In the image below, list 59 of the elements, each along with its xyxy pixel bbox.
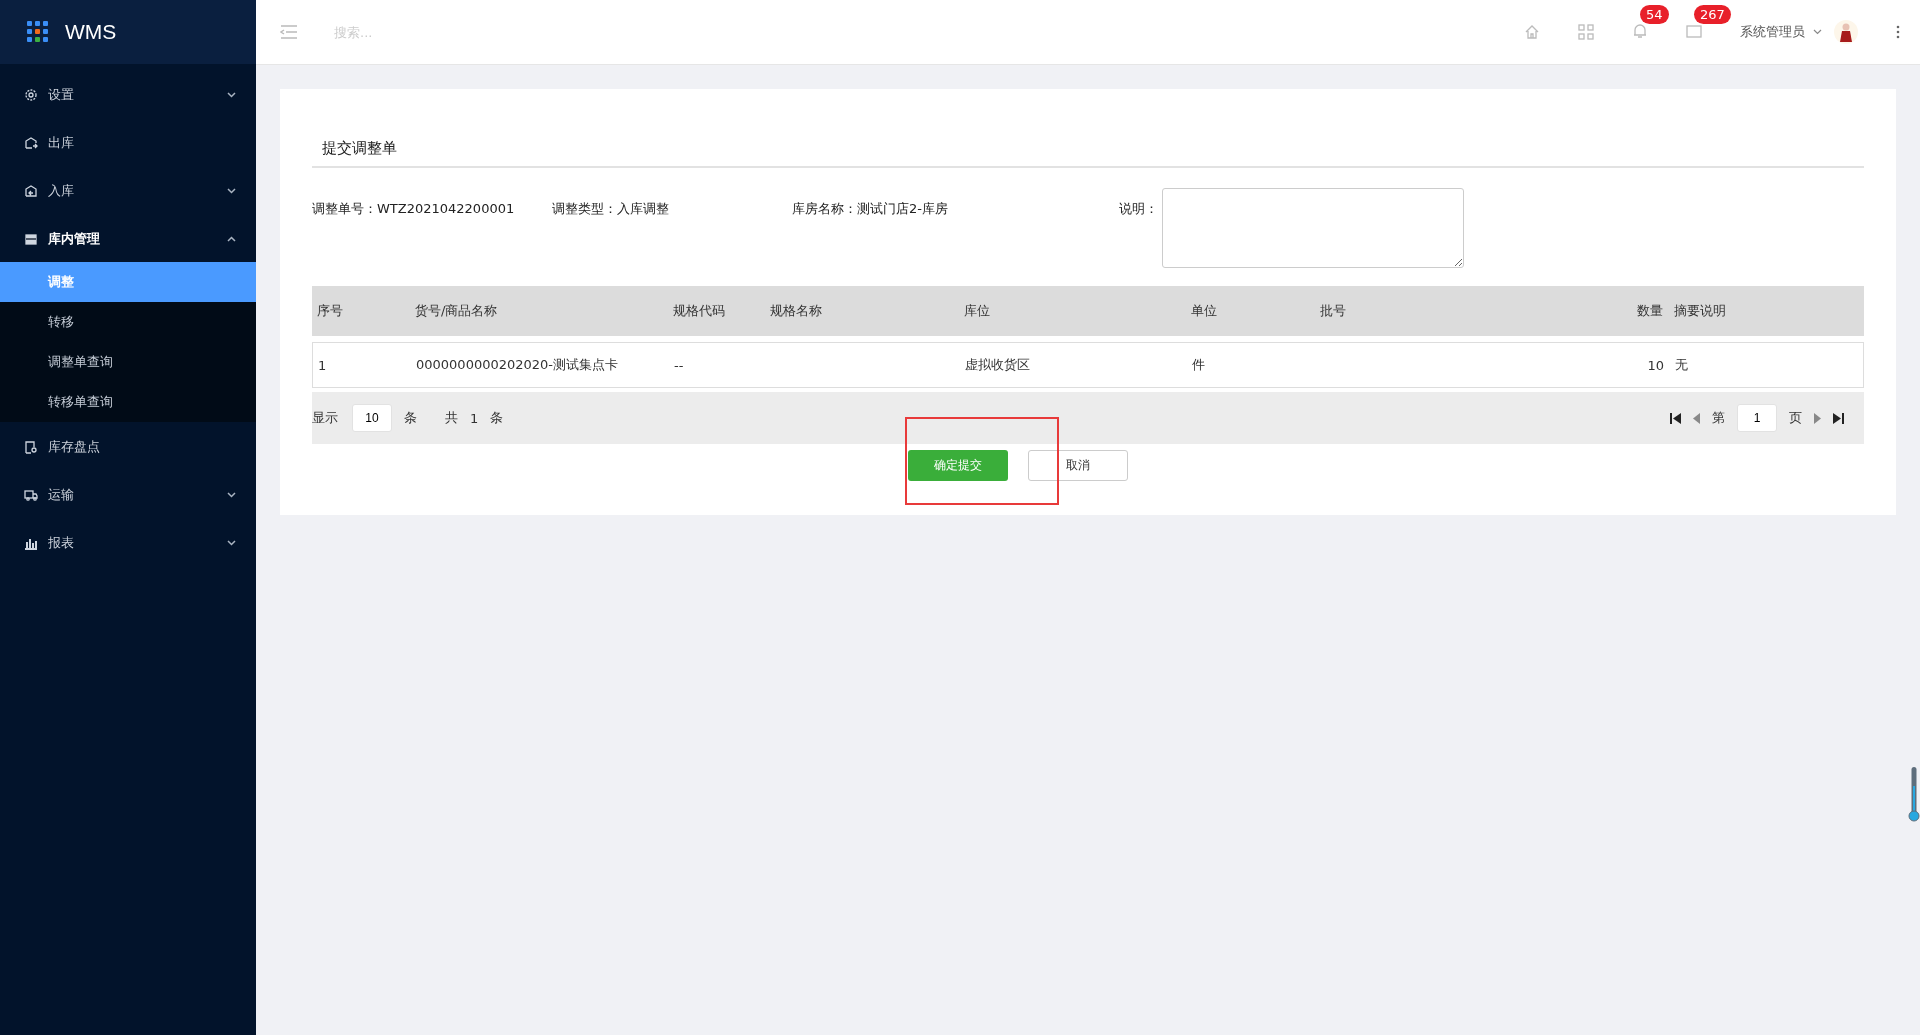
thermometer-icon <box>1908 766 1920 822</box>
pager-text: 第 <box>1712 409 1725 427</box>
note-label: 说明： <box>1118 200 1158 218</box>
column-header: 规格名称 <box>769 302 823 320</box>
pager-text: 显示 <box>312 409 338 427</box>
submenu-item[interactable]: 转移单查询 <box>0 382 256 422</box>
table-cell: 虚拟收货区 <box>965 357 1030 372</box>
column-header: 数量 <box>1636 302 1664 320</box>
pager-text: 1 <box>470 410 479 426</box>
user-menu[interactable]: 系统管理员 <box>1740 23 1805 41</box>
form-field-text: 库房名称：测试门店2-库房 <box>792 200 949 218</box>
menu-item[interactable]: 报表 <box>0 520 256 566</box>
column-header: 货号/商品名称 <box>414 302 499 320</box>
notification-count: 54 <box>1640 4 1669 24</box>
menu-item[interactable]: 设置 <box>0 72 256 118</box>
column-header: 规格代码 <box>672 302 726 320</box>
submenu-item[interactable]: 转移 <box>0 302 256 342</box>
pager-text: 页 <box>1789 409 1802 427</box>
more-icon[interactable] <box>1896 25 1900 39</box>
table-cell: 0000000000202020-测试集点卡 <box>416 357 619 372</box>
column-header: 序号 <box>316 302 344 320</box>
note-field[interactable] <box>1162 188 1464 268</box>
apps-icon[interactable] <box>1578 24 1594 40</box>
table-cell: -- <box>674 357 684 373</box>
avatar-icon <box>1834 20 1858 44</box>
column-header: 批号 <box>1319 302 1347 320</box>
form-title: 提交调整单 <box>312 139 1864 168</box>
chevron-icon <box>1813 29 1822 35</box>
table-cell: 1 <box>318 357 327 373</box>
table-cell: 件 <box>1192 357 1205 372</box>
form-field-text: 调整单号：WTZ2021042200001 <box>312 200 516 218</box>
page-number-field[interactable]: 1 <box>1737 404 1777 432</box>
message-count: 267 <box>1694 4 1731 24</box>
table-cell: 无 <box>1675 357 1688 372</box>
menu-item[interactable]: 库存盘点 <box>0 424 256 470</box>
next-page-icon[interactable] <box>1814 412 1821 424</box>
last-page-icon[interactable] <box>1833 412 1844 424</box>
bell-icon[interactable] <box>1632 22 1648 39</box>
grid-logo-icon <box>27 21 49 43</box>
menu-item[interactable]: 运输 <box>0 472 256 518</box>
pager-text: 条 <box>404 409 417 427</box>
brand-name: WMS <box>65 20 117 44</box>
form-field-text: 调整类型：入库调整 <box>552 200 670 218</box>
menu-item[interactable]: 库内管理 <box>0 216 256 262</box>
pager-text: 条 <box>490 409 504 427</box>
column-header: 摘要说明 <box>1673 302 1727 320</box>
first-page-icon[interactable] <box>1670 412 1681 424</box>
pager-text: 共 <box>445 409 458 427</box>
column-header: 单位 <box>1190 302 1218 320</box>
menu-item[interactable]: 出库 <box>0 120 256 166</box>
submenu-item[interactable]: 调整单查询 <box>0 342 256 382</box>
menu-item[interactable]: 入库 <box>0 168 256 214</box>
mail-icon[interactable] <box>1686 22 1702 39</box>
home-icon[interactable] <box>1524 24 1540 40</box>
previous-page-icon[interactable] <box>1693 412 1700 424</box>
column-header: 库位 <box>963 302 991 320</box>
table-cell: 10 <box>1647 357 1664 373</box>
cancel-button[interactable]: 取消 <box>1028 450 1128 481</box>
page-size-field[interactable]: 10 <box>352 404 392 432</box>
